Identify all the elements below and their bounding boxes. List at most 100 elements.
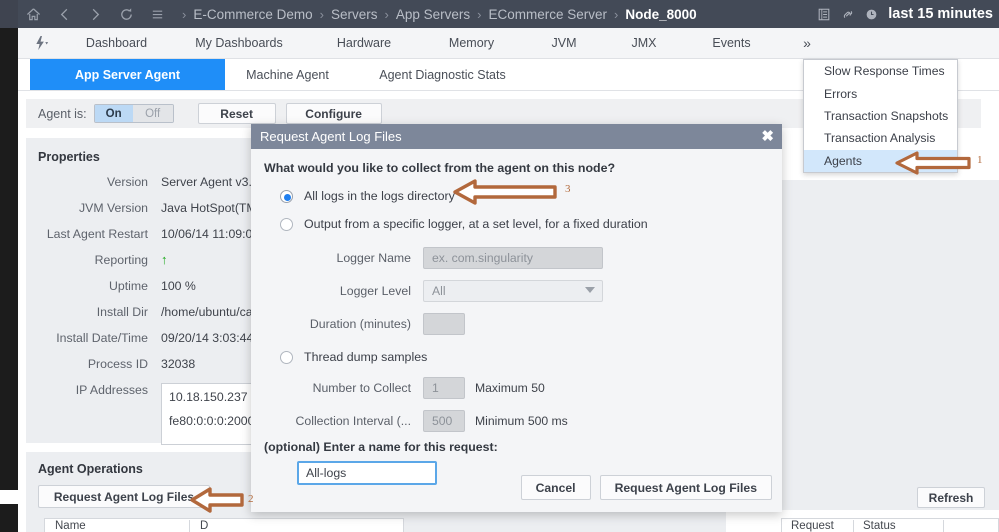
reset-button[interactable]: Reset xyxy=(198,103,276,124)
request-name-input[interactable]: All-logs xyxy=(297,461,437,485)
back-icon[interactable] xyxy=(49,0,80,28)
chevron-down-icon xyxy=(585,287,595,293)
field-row-logger-name: Logger Name ex. com.singularity xyxy=(251,247,782,269)
property-key-install-datetime: Install Date/Time xyxy=(26,331,148,345)
property-value-uptime: 100 % xyxy=(161,279,196,293)
property-key-uptime: Uptime xyxy=(26,279,148,293)
requests-col-request: Request xyxy=(782,520,854,532)
cancel-button[interactable]: Cancel xyxy=(521,475,591,500)
annotation-3: 3 xyxy=(453,178,583,206)
breadcrumb-separator-1: › xyxy=(320,7,324,22)
log-files-col-d: D xyxy=(190,520,208,532)
requests-panel xyxy=(781,180,999,480)
nav-item-hardware[interactable]: Hardware xyxy=(309,36,419,50)
top-bar: › E-Commerce Demo › Servers › App Server… xyxy=(0,0,999,28)
nav-item-jmx[interactable]: JMX xyxy=(604,36,684,50)
refresh-button[interactable]: Refresh xyxy=(917,487,985,508)
hint-minimum: Minimum 500 ms xyxy=(475,414,568,428)
annotation-arrow-2 xyxy=(190,485,245,515)
nav-item-jvm[interactable]: JVM xyxy=(524,36,604,50)
bolt-menu-icon[interactable] xyxy=(18,35,64,52)
breadcrumb-separator-3: › xyxy=(477,7,481,22)
radio-specific-logger[interactable] xyxy=(280,218,293,231)
nav-item-memory[interactable]: Memory xyxy=(419,36,524,50)
menu-item-slow-response-times[interactable]: Slow Response Times xyxy=(804,60,957,82)
configure-button[interactable]: Configure xyxy=(286,103,382,124)
radio-label-specific-logger: Output from a specific logger, at a set … xyxy=(304,217,648,231)
property-key-version: Version xyxy=(26,175,148,189)
breadcrumb: › E-Commerce Demo › Servers › App Server… xyxy=(175,7,697,22)
radio-label-all-logs: All logs in the logs directory xyxy=(304,189,455,203)
property-key-install-dir: Install Dir xyxy=(26,305,148,319)
log-files-table-header: Name D xyxy=(44,518,404,532)
annotation-arrow-3 xyxy=(453,178,558,206)
menu-item-errors[interactable]: Errors xyxy=(804,82,957,104)
hint-maximum: Maximum 50 xyxy=(475,381,545,395)
close-icon[interactable]: ✖ xyxy=(761,129,774,144)
nav-item-dashboard[interactable]: Dashboard xyxy=(64,36,169,50)
property-key-ip-addresses: IP Addresses xyxy=(26,383,148,397)
menu-icon[interactable] xyxy=(142,0,173,28)
radio-thread-dump-samples[interactable] xyxy=(280,351,293,364)
agent-is-label: Agent is: xyxy=(38,107,87,121)
radio-label-thread-dump-samples: Thread dump samples xyxy=(304,350,427,364)
breadcrumb-separator-2: › xyxy=(384,7,388,22)
field-label-logger-name: Logger Name xyxy=(251,251,411,265)
option-row-specific-logger[interactable]: Output from a specific logger, at a set … xyxy=(251,217,782,231)
tab-machine-agent[interactable]: Machine Agent xyxy=(225,59,350,90)
tab-app-server-agent[interactable]: App Server Agent xyxy=(30,59,225,90)
reporting-up-arrow-icon: ↑ xyxy=(161,253,168,266)
breadcrumb-item-2[interactable]: App Servers xyxy=(396,7,470,22)
field-row-number-to-collect: Number to Collect 1 Maximum 50 xyxy=(251,377,782,399)
time-range-label[interactable]: last 15 minutes xyxy=(888,6,993,22)
logger-name-input[interactable]: ex. com.singularity xyxy=(423,247,603,269)
field-label-number-to-collect: Number to Collect xyxy=(251,381,411,395)
notes-icon[interactable] xyxy=(817,7,831,22)
option-row-thread-dump[interactable]: Thread dump samples xyxy=(251,350,782,364)
breadcrumb-item-3[interactable]: ECommerce Server xyxy=(488,7,607,22)
breadcrumb-item-1[interactable]: Servers xyxy=(331,7,378,22)
submit-request-agent-log-files-button[interactable]: Request Agent Log Files xyxy=(600,475,772,500)
home-icon[interactable] xyxy=(18,0,49,28)
property-value-process-id: 32038 xyxy=(161,357,195,371)
forward-icon[interactable] xyxy=(80,0,111,28)
tab-agent-diagnostic-stats[interactable]: Agent Diagnostic Stats xyxy=(350,59,535,90)
breadcrumb-separator-4: › xyxy=(614,7,618,22)
breadcrumb-item-current[interactable]: Node_8000 xyxy=(625,7,696,22)
annotation-number-2: 2 xyxy=(248,493,254,505)
app-screen: › E-Commerce Demo › Servers › App Server… xyxy=(0,0,999,532)
nav-item-events[interactable]: Events xyxy=(684,36,779,50)
refresh-icon[interactable] xyxy=(111,0,142,28)
menu-item-transaction-snapshots[interactable]: Transaction Snapshots xyxy=(804,105,957,127)
logger-level-select[interactable]: All xyxy=(423,280,603,302)
breadcrumb-item-0[interactable]: E-Commerce Demo xyxy=(193,7,312,22)
field-label-duration: Duration (minutes) xyxy=(251,317,411,331)
menu-item-transaction-analysis[interactable]: Transaction Analysis xyxy=(804,127,957,149)
number-to-collect-input[interactable]: 1 xyxy=(423,377,465,399)
radio-all-logs[interactable] xyxy=(280,190,293,203)
left-rail-top xyxy=(0,0,18,28)
link-icon[interactable] xyxy=(841,7,855,22)
nav-item-overflow[interactable]: » xyxy=(779,35,834,51)
agent-toggle-on[interactable]: On xyxy=(95,105,133,122)
nav-item-my-dashboards[interactable]: My Dashboards xyxy=(169,36,309,50)
annotation-number-3: 3 xyxy=(565,183,571,195)
collection-interval-input[interactable]: 500 xyxy=(423,410,465,432)
annotation-number-1: 1 xyxy=(977,154,983,166)
log-files-col-name: Name xyxy=(45,520,190,532)
agent-on-off-toggle[interactable]: On Off xyxy=(94,104,174,123)
property-key-reporting: Reporting xyxy=(26,253,148,267)
dialog-title-bar: Request Agent Log Files ✖ xyxy=(251,124,782,149)
property-key-process-id: Process ID xyxy=(26,357,148,371)
agent-toggle-off[interactable]: Off xyxy=(133,105,173,122)
field-row-duration: Duration (minutes) xyxy=(251,313,782,335)
primary-nav: Dashboard My Dashboards Hardware Memory … xyxy=(18,28,999,59)
clock-icon[interactable] xyxy=(865,8,878,21)
duration-input[interactable] xyxy=(423,313,465,335)
left-rail xyxy=(0,0,18,532)
browser-nav-icons xyxy=(0,0,173,28)
request-agent-log-files-button[interactable]: Request Agent Log Files xyxy=(38,485,210,508)
dialog-question: What would you like to collect from the … xyxy=(251,161,782,175)
property-key-last-agent-restart: Last Agent Restart xyxy=(26,227,148,241)
property-key-jvm-version: JVM Version xyxy=(26,201,148,215)
